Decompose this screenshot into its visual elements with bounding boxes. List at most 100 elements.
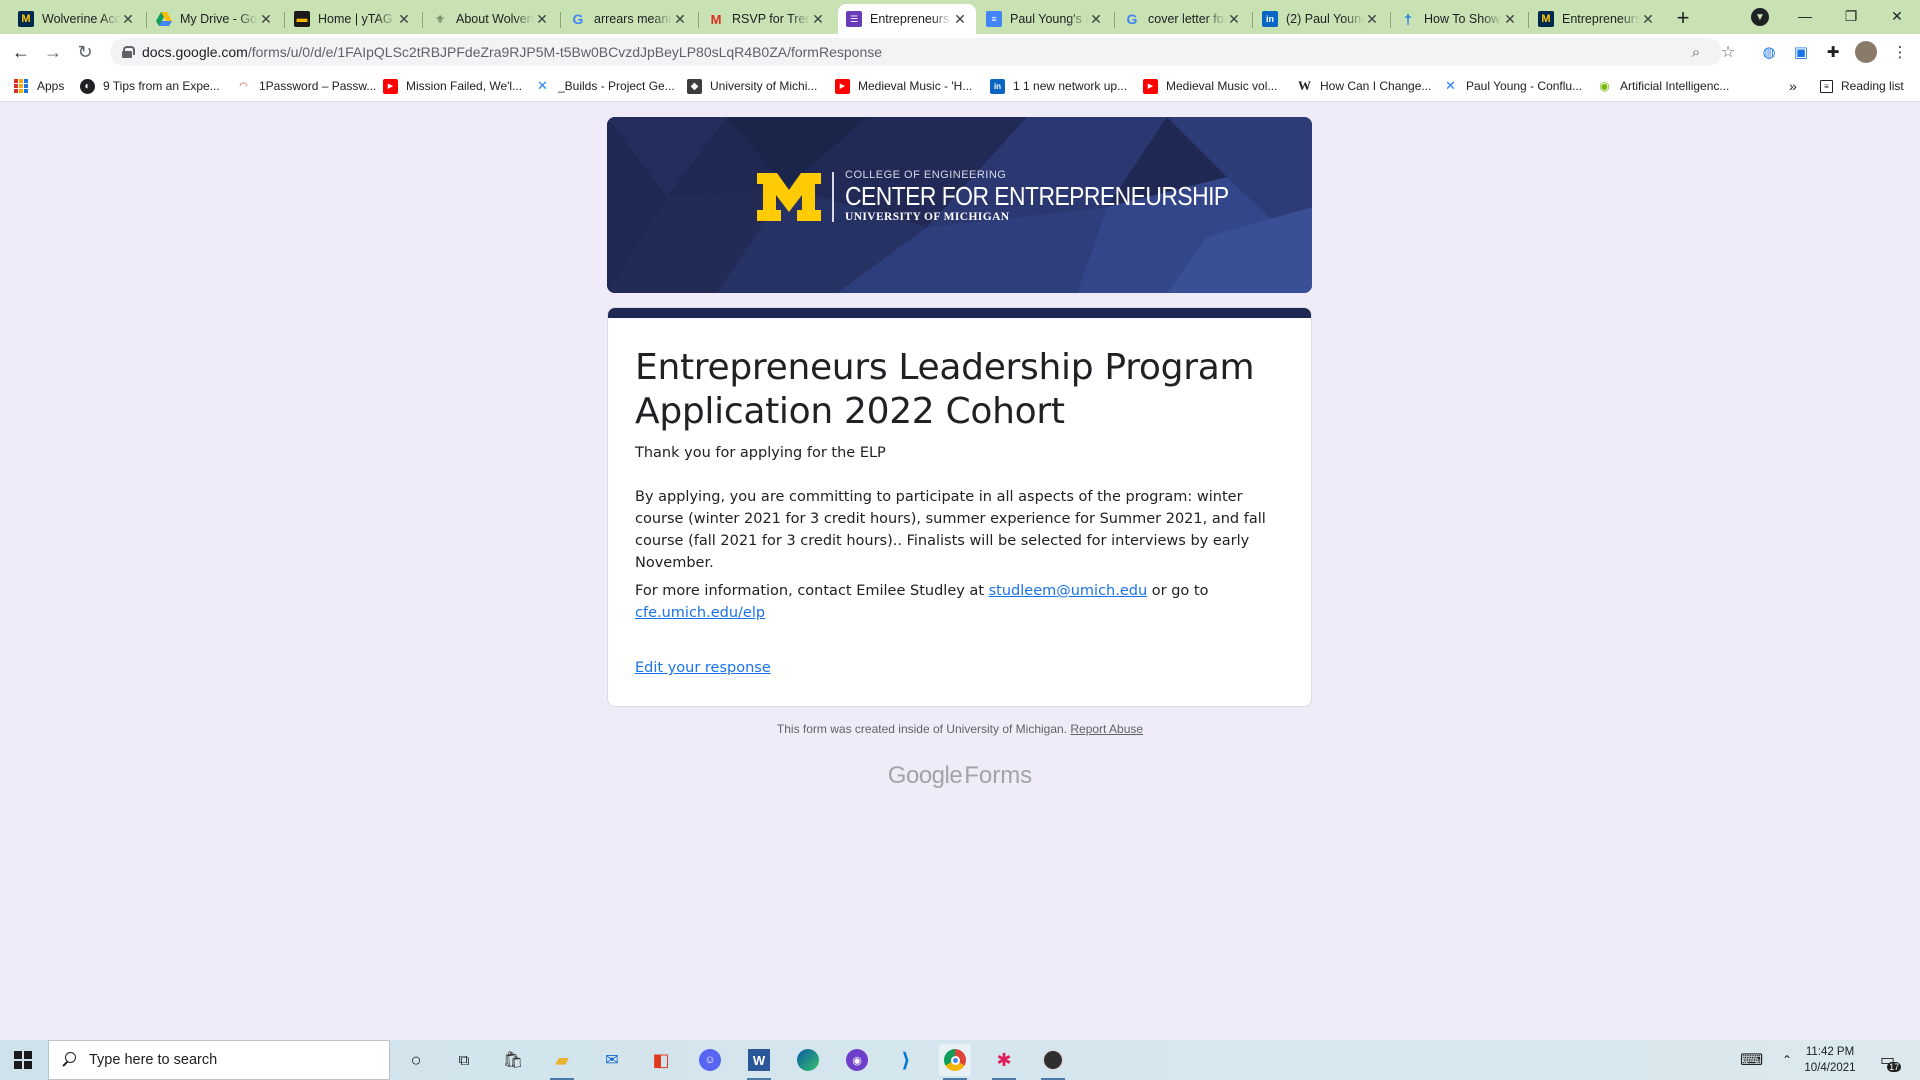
google-forms-logo[interactable]: GoogleForms <box>0 762 1920 790</box>
close-icon[interactable]: ✕ <box>810 11 826 27</box>
form-page: COLLEGE OF ENGINEERING CENTER FOR ENTREP… <box>0 102 1920 1040</box>
obs-icon[interactable] <box>1037 1044 1069 1080</box>
bookmark-9-tips[interactable]: ◐ 9 Tips from an Expe... <box>80 77 220 95</box>
reading-list-button[interactable]: ≡ Reading list <box>1820 77 1904 95</box>
bookmark-how-can-i-change[interactable]: W How Can I Change... <box>1297 77 1431 95</box>
bookmark-mission-failed[interactable]: ▶ Mission Failed, We'l... <box>383 77 522 95</box>
word-icon[interactable]: W <box>743 1044 775 1080</box>
tab-arrears-meaning[interactable]: G arrears meaning ✕ <box>562 4 696 34</box>
bookmark-builds[interactable]: ✕ _Builds - Project Ge... <box>535 77 675 95</box>
close-window-button[interactable]: ✕ <box>1874 2 1920 30</box>
discord-icon[interactable]: ☺ <box>694 1044 726 1076</box>
restore-button[interactable]: ❐ <box>1828 2 1874 30</box>
system-clock[interactable]: 11:42 PM 10/4/2021 <box>1800 1044 1860 1076</box>
edit-response-link[interactable]: Edit your response <box>635 660 771 676</box>
taskbar-search-box[interactable]: Type here to search <box>48 1040 390 1080</box>
edge-icon[interactable] <box>792 1044 824 1076</box>
address-bar[interactable]: docs.google.com/forms/u/0/d/e/1FAIpQLSc2… <box>110 38 1735 66</box>
cfe-website-link[interactable]: cfe.umich.edu/elp <box>635 605 765 621</box>
google-icon: G <box>572 11 584 27</box>
tab-title: Paul Young's Resume <box>1010 12 1088 26</box>
tab-title: cover letter for <box>1148 12 1226 26</box>
close-icon[interactable]: ✕ <box>952 11 968 27</box>
screen-capture-icon[interactable]: ▣ <box>1791 42 1811 62</box>
tab-wolverine-access[interactable]: M Wolverine Access ✕ <box>10 4 144 34</box>
tab-resume[interactable]: ≡ Paul Young's Resume ✕ <box>978 4 1112 34</box>
bookmark-label: Artificial Intelligenc... <box>1620 79 1730 93</box>
logo-university-line: UNIVERSITY OF MICHIGAN <box>845 211 1010 223</box>
close-icon[interactable]: ✕ <box>1502 11 1518 27</box>
tab-ytag[interactable]: ▬ Home | yTAG ✕ <box>286 4 420 34</box>
keyboard-icon[interactable]: ⌨ <box>1740 1040 1763 1080</box>
close-icon[interactable]: ✕ <box>120 11 136 27</box>
search-placeholder: Type here to search <box>89 1052 218 1068</box>
tab-entrepreneurship[interactable]: M Entrepreneurship ✕ <box>1530 4 1664 34</box>
report-abuse-link[interactable]: Report Abuse <box>1070 722 1143 736</box>
tab-entrepreneurs-leadership[interactable]: ☰ Entrepreneurs Leadership ✕ <box>838 4 976 34</box>
close-icon[interactable]: ✕ <box>1088 11 1104 27</box>
close-icon[interactable]: ✕ <box>396 11 412 27</box>
close-icon[interactable]: ✕ <box>1640 11 1656 27</box>
microsoft-store-icon[interactable]: 🛍 <box>497 1044 529 1076</box>
task-view-icon[interactable]: ⧉ <box>448 1044 480 1076</box>
tab-how-to-show[interactable]: † How To Show ✕ <box>1392 4 1526 34</box>
bookmark-apps[interactable]: Apps <box>14 77 64 95</box>
tab-strip: M Wolverine Access ✕ My Drive - Google D… <box>0 0 1920 34</box>
header-banner: COLLEGE OF ENGINEERING CENTER FOR ENTREP… <box>607 117 1312 293</box>
gmail-icon: M <box>710 11 722 27</box>
tab-cover-letter[interactable]: G cover letter for ✕ <box>1116 4 1250 34</box>
bookmark-network-update[interactable]: in 1 1 new network up... <box>990 77 1127 95</box>
bookmark-label: University of Michi... <box>710 79 818 93</box>
bookmarks-overflow-button[interactable]: » <box>1789 77 1797 95</box>
new-tab-button[interactable]: + <box>1671 7 1695 31</box>
close-icon[interactable]: ✕ <box>258 11 274 27</box>
github-icon[interactable]: ◉ <box>841 1044 873 1076</box>
close-icon[interactable]: ✕ <box>1364 11 1380 27</box>
cfe-logo: COLLEGE OF ENGINEERING CENTER FOR ENTREP… <box>757 170 1281 224</box>
tab-about-wolverine[interactable]: ⚜ About Wolverine ✕ <box>424 4 558 34</box>
card-accent-bar <box>608 308 1311 318</box>
slack-icon[interactable]: ✱ <box>988 1044 1020 1080</box>
password-manager-icon[interactable]: ◍ <box>1759 42 1779 62</box>
extensions-icon[interactable]: ✚ <box>1823 42 1843 62</box>
lock-icon[interactable] <box>122 46 135 58</box>
vscode-icon[interactable]: ⟩ <box>890 1044 922 1076</box>
tab-linkedin[interactable]: in (2) Paul Young ✕ <box>1254 4 1388 34</box>
tab-title: Wolverine Access <box>42 12 120 26</box>
bookmark-star-icon[interactable]: ☆ <box>1720 44 1736 61</box>
minimize-button[interactable]: — <box>1782 2 1828 30</box>
m-logo-icon: M <box>1538 11 1554 27</box>
tab-title: arrears meaning <box>594 12 672 26</box>
bookmark-medieval-music[interactable]: ▶ Medieval Music - 'H... <box>835 77 972 95</box>
bookmark-medieval-music-vol[interactable]: ▶ Medieval Music vol... <box>1143 77 1277 95</box>
tab-rsvp[interactable]: M RSVP for Trends ✕ <box>700 4 834 34</box>
mail-icon[interactable]: ✉ <box>596 1044 628 1076</box>
bookmark-1password[interactable]: ◠ 1Password – Passw... <box>236 77 377 95</box>
contact-email-link[interactable]: studleem@umich.edu <box>989 583 1148 599</box>
file-explorer-icon[interactable]: ▰ <box>546 1044 578 1080</box>
chrome-icon[interactable] <box>939 1044 971 1080</box>
notifications-button[interactable]: ▭ 17 <box>1880 1040 1902 1080</box>
menu-icon[interactable]: ⋮ <box>1890 42 1910 62</box>
browser-toolbar: ← → ↻ docs.google.com/forms/u/0/d/e/1FAI… <box>0 34 1920 70</box>
tab-title: RSVP for Trends <box>732 12 810 26</box>
windows-start-icon[interactable] <box>14 1051 32 1069</box>
forward-button[interactable]: → <box>39 38 67 66</box>
bookmark-artificial-intelligence[interactable]: ◉ Artificial Intelligenc... <box>1597 77 1729 95</box>
office-icon[interactable]: ◧ <box>645 1044 677 1076</box>
close-icon[interactable]: ✕ <box>1226 11 1242 27</box>
profile-avatar[interactable] <box>1855 41 1877 63</box>
zoom-icon[interactable]: ⌕ <box>1688 44 1704 61</box>
reload-button[interactable]: ↻ <box>71 38 99 66</box>
close-icon[interactable]: ✕ <box>534 11 550 27</box>
show-hidden-icons-icon[interactable]: ⌃ <box>1782 1040 1792 1080</box>
tab-search-icon[interactable]: ▼ <box>1751 8 1769 26</box>
bookmark-university-of-michigan[interactable]: ◆ University of Michi... <box>687 77 817 95</box>
confluence-icon: ✕ <box>537 78 548 93</box>
cortana-icon[interactable]: ○ <box>400 1044 432 1076</box>
bookmark-confluence[interactable]: ✕ Paul Young - Conflu... <box>1443 77 1582 95</box>
back-button[interactable]: ← <box>7 38 35 66</box>
tab-my-drive[interactable]: My Drive - Google Drive ✕ <box>148 4 282 34</box>
close-icon[interactable]: ✕ <box>672 11 688 27</box>
url-text[interactable]: docs.google.com/forms/u/0/d/e/1FAIpQLSc2… <box>142 44 882 60</box>
